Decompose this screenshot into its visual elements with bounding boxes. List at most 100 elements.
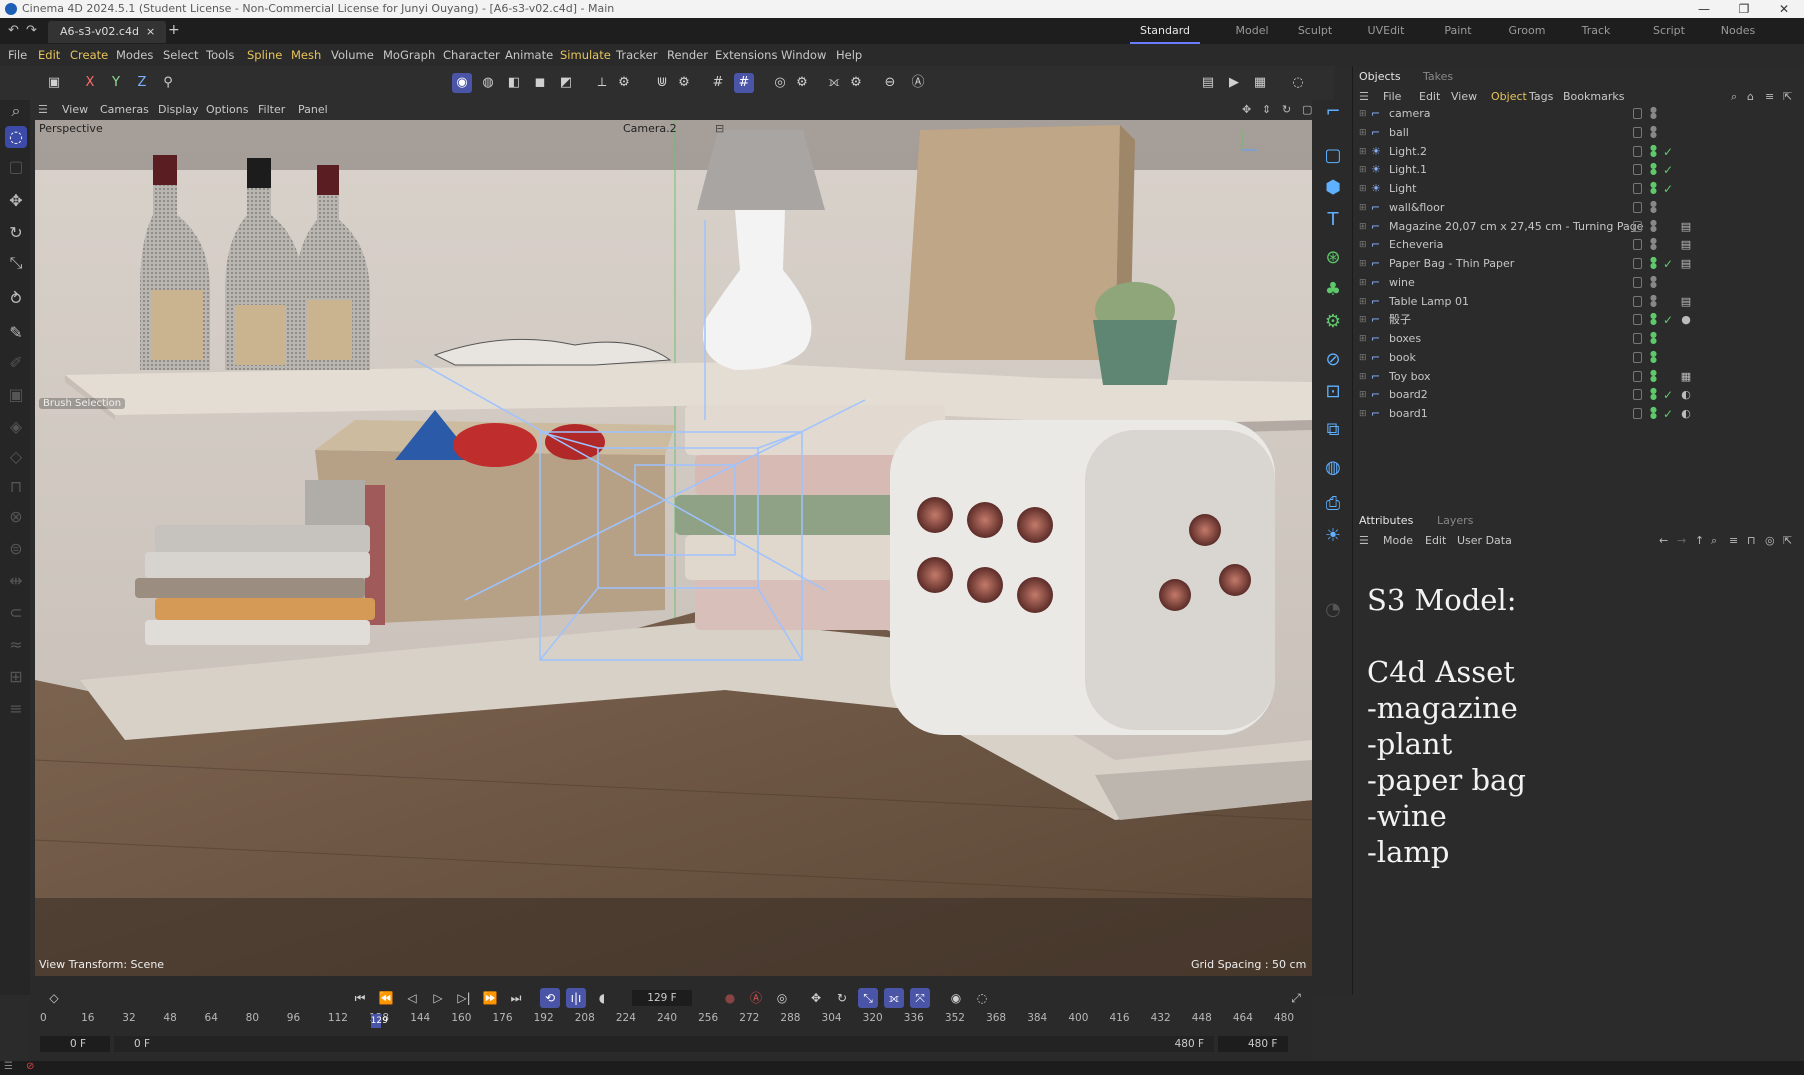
field-icon[interactable]: ⊡ (1321, 380, 1345, 404)
object-tag-icon[interactable] (1679, 332, 1693, 346)
symmetry-icon[interactable]: ⟗ (824, 73, 844, 93)
viewport-solo-icon[interactable]: Ⓐ (908, 73, 928, 93)
cube-object-icon[interactable]: ⬢ (1321, 176, 1345, 200)
object-row[interactable]: ⊞ ⌐ wine ● ● (1359, 274, 1799, 293)
box-select-icon[interactable]: ▢ (5, 156, 27, 178)
expand-icon[interactable]: ⊞ (1359, 386, 1367, 404)
model-mode-icon[interactable]: ◉ (452, 73, 472, 93)
expand-icon[interactable]: ⊞ (1359, 274, 1367, 292)
enable-check-icon[interactable]: ✓ (1663, 143, 1673, 161)
simulation-icon[interactable]: ⧉ (1321, 418, 1345, 442)
deformer-icon[interactable]: ⊘ (1321, 348, 1345, 372)
sculpt-icon[interactable]: ◔ (1321, 598, 1345, 622)
axis-mode-icon[interactable]: ⟂ (592, 73, 612, 93)
keyframe-icon[interactable]: ◇ (44, 988, 64, 1008)
object-tag-icon[interactable] (1679, 145, 1693, 159)
object-row[interactable]: ⊞ ⌐ 骰子 ● ● ✓ ● (1359, 311, 1799, 330)
menu-file[interactable]: File (8, 44, 27, 66)
extrude-tool-icon[interactable]: ▣ (5, 384, 27, 406)
end-frame-field[interactable]: 480 F (1218, 1036, 1288, 1052)
layer-visibility-icon[interactable] (1633, 108, 1642, 119)
viewport-menu-panel[interactable]: Panel (298, 100, 328, 120)
layer-visibility-icon[interactable] (1633, 201, 1642, 213)
menu-mesh[interactable]: Mesh (291, 44, 321, 66)
bridge-tool-icon[interactable]: ⊓ (5, 476, 27, 498)
expand-icon[interactable]: ⊞ (1359, 255, 1367, 273)
maximize-icon[interactable]: ❐ (1724, 0, 1764, 18)
expand-icon[interactable]: ⊞ (1359, 105, 1367, 123)
knife-tool-icon[interactable]: ✐ (5, 352, 27, 374)
axis-z-toggle[interactable]: Z (132, 73, 152, 93)
objects-menu-view[interactable]: View (1451, 88, 1477, 106)
object-row[interactable]: ⊞ ⌐ Paper Bag - Thin Paper ● ● ✓ ▤ (1359, 255, 1799, 274)
viewport-hamburger-icon[interactable]: ☰ (38, 100, 48, 120)
object-row[interactable]: ⊞ ⌐ ball ● ● (1359, 124, 1799, 143)
environment-icon[interactable]: ◍ (1321, 456, 1345, 480)
objects-menu-tags[interactable]: Tags (1529, 88, 1553, 106)
attributes-hamburger-icon[interactable]: ☰ (1359, 532, 1369, 550)
key-rotation-icon[interactable]: ↻ (832, 988, 852, 1008)
viewport-menu-view[interactable]: View (62, 100, 88, 120)
layout-tab-groom[interactable]: Groom (1496, 18, 1558, 44)
bevel-tool-icon[interactable]: ◈ (5, 416, 27, 438)
search-icon[interactable]: ⌕ (5, 100, 27, 122)
camera-object-icon[interactable]: ⎙ (1321, 492, 1345, 516)
lock-icon[interactable]: ⊓ (1747, 532, 1756, 550)
menu-edit[interactable]: Edit (38, 44, 60, 66)
visibility-dots-icon[interactable]: ● ● (1650, 143, 1657, 159)
layer-visibility-icon[interactable] (1633, 314, 1642, 326)
slide-tool-icon[interactable]: ⇹ (5, 570, 27, 592)
attributes-tab-layers[interactable]: Layers (1437, 510, 1473, 532)
layer-visibility-icon[interactable] (1633, 276, 1642, 288)
loop-icon[interactable]: ⟲ (540, 988, 560, 1008)
menu-tracker[interactable]: Tracker (616, 44, 658, 66)
object-row[interactable]: ⊞ ⌐ wall&floor ● ● (1359, 199, 1799, 218)
menu-tools[interactable]: Tools (206, 44, 234, 66)
status-hamburger-icon[interactable]: ☰ (4, 1061, 13, 1072)
workplane-icon[interactable]: ▣ (44, 73, 64, 93)
object-row[interactable]: ⊞ ⌐ board2 ● ● ✓ ◐ (1359, 386, 1799, 405)
visibility-dots-icon[interactable]: ● ● (1650, 406, 1657, 421)
object-tag-icon[interactable] (1679, 163, 1693, 177)
object-tag-icon[interactable]: ▦ (1679, 370, 1693, 384)
preview-range-bar[interactable]: 0 F 480 F (114, 1036, 1214, 1052)
layer-visibility-icon[interactable] (1633, 408, 1642, 419)
timeline-expand-icon[interactable]: ⤢ (1286, 988, 1306, 1008)
keyframe-selection-icon[interactable]: ◎ (772, 988, 792, 1008)
menu-volume[interactable]: Volume (331, 44, 374, 66)
active-camera-label[interactable]: Camera.2 (623, 122, 677, 135)
menu-render[interactable]: Render (667, 44, 708, 66)
object-row[interactable]: ⊞ ⌐ Magazine 20,07 cm x 27,45 cm - Turning… (1359, 218, 1799, 237)
next-key-icon[interactable]: ⏩ (480, 988, 500, 1008)
add-tab-icon[interactable]: + (168, 22, 180, 38)
attributes-settings-icon[interactable]: ◎ (1765, 532, 1775, 550)
expand-icon[interactable]: ⊞ (1359, 330, 1367, 348)
objects-home-icon[interactable]: ⌂ (1747, 88, 1754, 106)
align-tool-icon[interactable]: ≡ (5, 698, 27, 720)
object-row[interactable]: ⊞ ⌐ camera ● ● (1359, 105, 1799, 124)
document-tab[interactable]: A6-s3-v02.c4d × (48, 21, 166, 43)
sound-icon[interactable]: ◖ (592, 988, 612, 1008)
points-mode-icon[interactable]: ◍ (478, 73, 498, 93)
render-picture-viewer-icon[interactable]: ▶ (1224, 73, 1244, 93)
objects-menu-object[interactable]: Object (1491, 88, 1527, 106)
visibility-dots-icon[interactable]: ● ● (1650, 124, 1657, 140)
light-object-icon[interactable]: ☀ (1321, 524, 1345, 548)
enable-check-icon[interactable]: ✓ (1663, 386, 1673, 404)
render-settings-icon[interactable]: ▦ (1250, 73, 1270, 93)
viewport-menu-options[interactable]: Options (206, 100, 248, 120)
visibility-dots-icon[interactable]: ● ● (1650, 349, 1657, 365)
objects-menu-file[interactable]: File (1383, 88, 1401, 106)
snap-icon[interactable]: # (708, 73, 728, 93)
object-tag-icon[interactable]: ◐ (1679, 407, 1693, 421)
expand-icon[interactable]: ⊞ (1359, 349, 1367, 367)
menu-create[interactable]: Create (70, 44, 108, 66)
layer-visibility-icon[interactable] (1633, 258, 1642, 269)
expand-icon[interactable]: ⊞ (1359, 180, 1367, 198)
object-row[interactable]: ⊞ ☀ Light.2 ● ● ✓ (1359, 143, 1799, 162)
axis-x-toggle[interactable]: X (80, 73, 100, 93)
enable-check-icon[interactable]: ✓ (1663, 161, 1673, 179)
live-selection-icon[interactable]: ⥁ (5, 288, 27, 310)
viewport-menu-display[interactable]: Display (158, 100, 199, 120)
maximize-view-icon[interactable]: ▢ (1302, 100, 1312, 120)
